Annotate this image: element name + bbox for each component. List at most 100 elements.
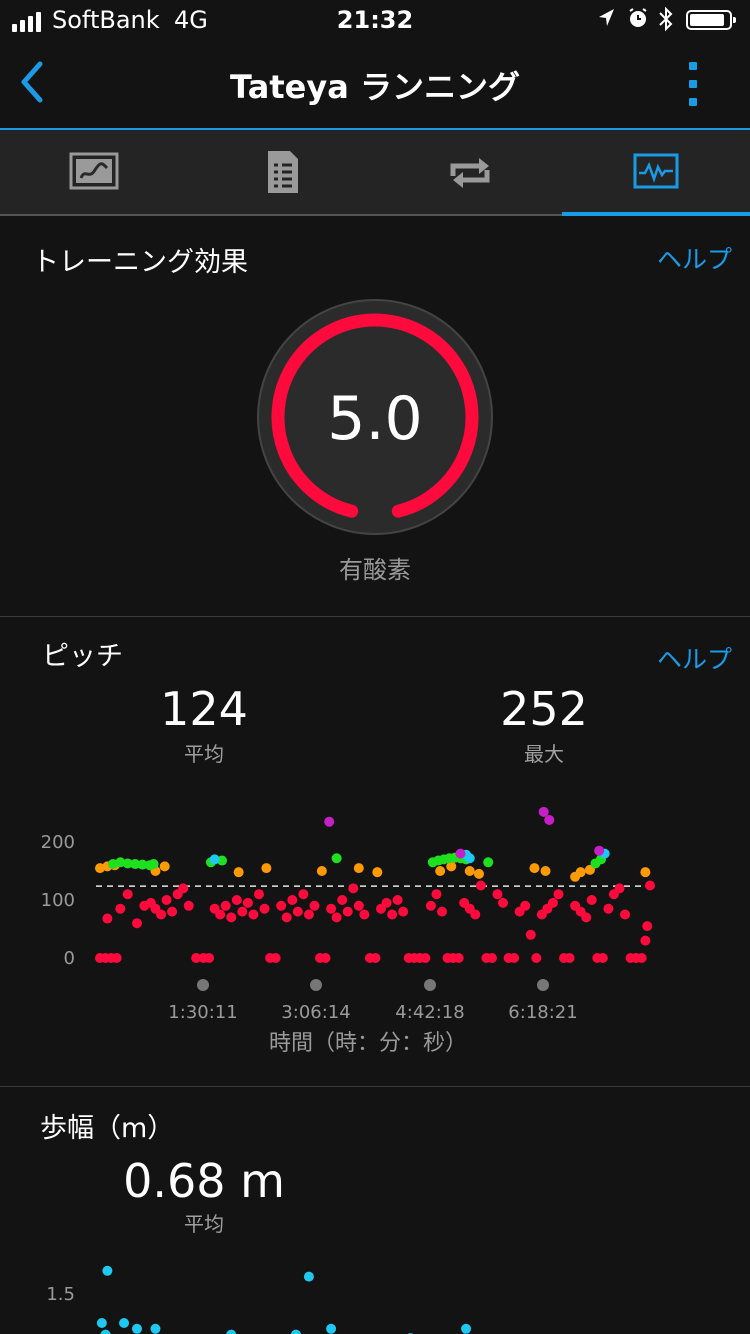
cadence-point bbox=[167, 906, 178, 917]
cadence-point bbox=[403, 953, 414, 963]
cadence-point bbox=[538, 806, 549, 817]
cadence-point bbox=[464, 903, 475, 914]
cadence-point bbox=[437, 906, 448, 917]
cadence-point bbox=[529, 863, 540, 874]
cadence-point bbox=[636, 953, 647, 963]
cadence-x-tick: 3:06:14 bbox=[281, 1002, 350, 1023]
stride-point bbox=[100, 1329, 111, 1334]
cadence-point bbox=[608, 889, 619, 900]
cadence-point bbox=[259, 903, 270, 914]
cadence-point bbox=[584, 864, 595, 875]
cadence-point bbox=[536, 909, 547, 920]
section-divider bbox=[0, 1086, 750, 1087]
cadence-point bbox=[509, 953, 520, 963]
cadence-point bbox=[592, 953, 603, 963]
cadence-point bbox=[542, 903, 553, 914]
cadence-point bbox=[292, 906, 303, 917]
cadence-point bbox=[376, 903, 387, 914]
map-icon bbox=[69, 152, 119, 190]
cadence-point bbox=[364, 953, 375, 963]
tab-laps[interactable] bbox=[376, 130, 564, 214]
cadence-point bbox=[183, 900, 194, 911]
training-effect-value: 5.0 bbox=[327, 384, 423, 454]
status-bar: SoftBank 4G 21:32 bbox=[0, 0, 750, 40]
cadence-point bbox=[603, 903, 614, 914]
cadence-point bbox=[102, 913, 113, 924]
alarm-icon bbox=[626, 6, 650, 36]
cadence-point bbox=[461, 849, 472, 860]
tab-map[interactable] bbox=[0, 130, 188, 214]
cadence-point bbox=[331, 912, 342, 923]
cadence-point bbox=[370, 953, 381, 963]
cadence-point bbox=[298, 889, 309, 900]
cadence-point bbox=[161, 895, 172, 905]
cadence-point bbox=[461, 854, 472, 865]
cadence-avg-value: 124 bbox=[160, 682, 248, 736]
cadence-point bbox=[596, 854, 607, 865]
cadence-y-tick: 0 bbox=[64, 948, 75, 969]
cadence-point bbox=[209, 854, 220, 865]
stride-point bbox=[226, 1329, 237, 1334]
cadence-help-link[interactable]: ヘルプ bbox=[657, 640, 732, 676]
cadence-x-tick: 6:18:21 bbox=[508, 1002, 577, 1023]
cadence-point bbox=[107, 859, 118, 870]
cadence-point bbox=[453, 953, 464, 963]
cadence-point bbox=[631, 953, 642, 963]
laps-icon bbox=[450, 158, 490, 188]
cadence-point bbox=[381, 897, 392, 908]
cadence-point bbox=[137, 859, 148, 870]
cadence-point bbox=[559, 953, 570, 963]
cadence-point bbox=[342, 906, 353, 917]
active-tab-indicator bbox=[562, 212, 750, 216]
cadence-point bbox=[320, 953, 331, 963]
cadence-point bbox=[337, 895, 348, 905]
cadence-point bbox=[420, 953, 431, 963]
cadence-x-tick: 4:42:18 bbox=[395, 1002, 464, 1023]
stride-point bbox=[96, 1318, 107, 1328]
tab-details[interactable] bbox=[188, 130, 376, 214]
cadence-max-value: 252 bbox=[500, 682, 588, 736]
training-effect-title: トレーニング効果 bbox=[32, 247, 248, 278]
cadence-point bbox=[427, 857, 438, 868]
cadence-point bbox=[281, 912, 292, 923]
cadence-point bbox=[139, 900, 150, 911]
cadence-point bbox=[324, 816, 335, 827]
cadence-point bbox=[204, 953, 215, 963]
cadence-point bbox=[270, 953, 281, 963]
location-icon bbox=[596, 6, 616, 36]
cadence-point bbox=[353, 863, 364, 874]
cadence-point bbox=[590, 858, 601, 869]
tab-charts[interactable] bbox=[562, 130, 750, 214]
cadence-point bbox=[492, 889, 503, 900]
stride-point bbox=[326, 1323, 337, 1334]
more-menu-button[interactable] bbox=[680, 60, 708, 110]
cadence-point bbox=[438, 854, 449, 865]
cadence-point bbox=[115, 857, 126, 868]
cadence-point bbox=[309, 900, 320, 911]
cadence-point bbox=[425, 900, 436, 911]
cadence-point bbox=[459, 897, 470, 908]
cadence-point bbox=[237, 906, 248, 917]
cadence-point bbox=[226, 912, 237, 923]
cadence-point bbox=[475, 880, 486, 891]
stride-point bbox=[102, 1265, 113, 1276]
cadence-point bbox=[130, 859, 141, 870]
cadence-point bbox=[614, 883, 625, 894]
cadence-point bbox=[122, 858, 133, 869]
cadence-point bbox=[109, 860, 120, 871]
cadence-point bbox=[387, 909, 398, 920]
bluetooth-icon bbox=[656, 6, 676, 38]
cadence-title: ピッチ bbox=[42, 641, 123, 672]
cadence-point bbox=[217, 855, 228, 866]
cadence-point bbox=[100, 953, 111, 963]
stride-point bbox=[461, 1323, 472, 1334]
cadence-point bbox=[486, 953, 497, 963]
cadence-point bbox=[547, 897, 558, 908]
training-effect-help-link[interactable]: ヘルプ bbox=[657, 240, 732, 276]
cadence-point bbox=[95, 953, 105, 963]
cadence-y-tick: 200 bbox=[41, 832, 75, 853]
stride-avg-value: 0.68 m bbox=[123, 1154, 285, 1208]
cadence-point bbox=[444, 853, 455, 864]
cadence-point bbox=[455, 853, 466, 864]
cadence-point bbox=[159, 861, 170, 872]
